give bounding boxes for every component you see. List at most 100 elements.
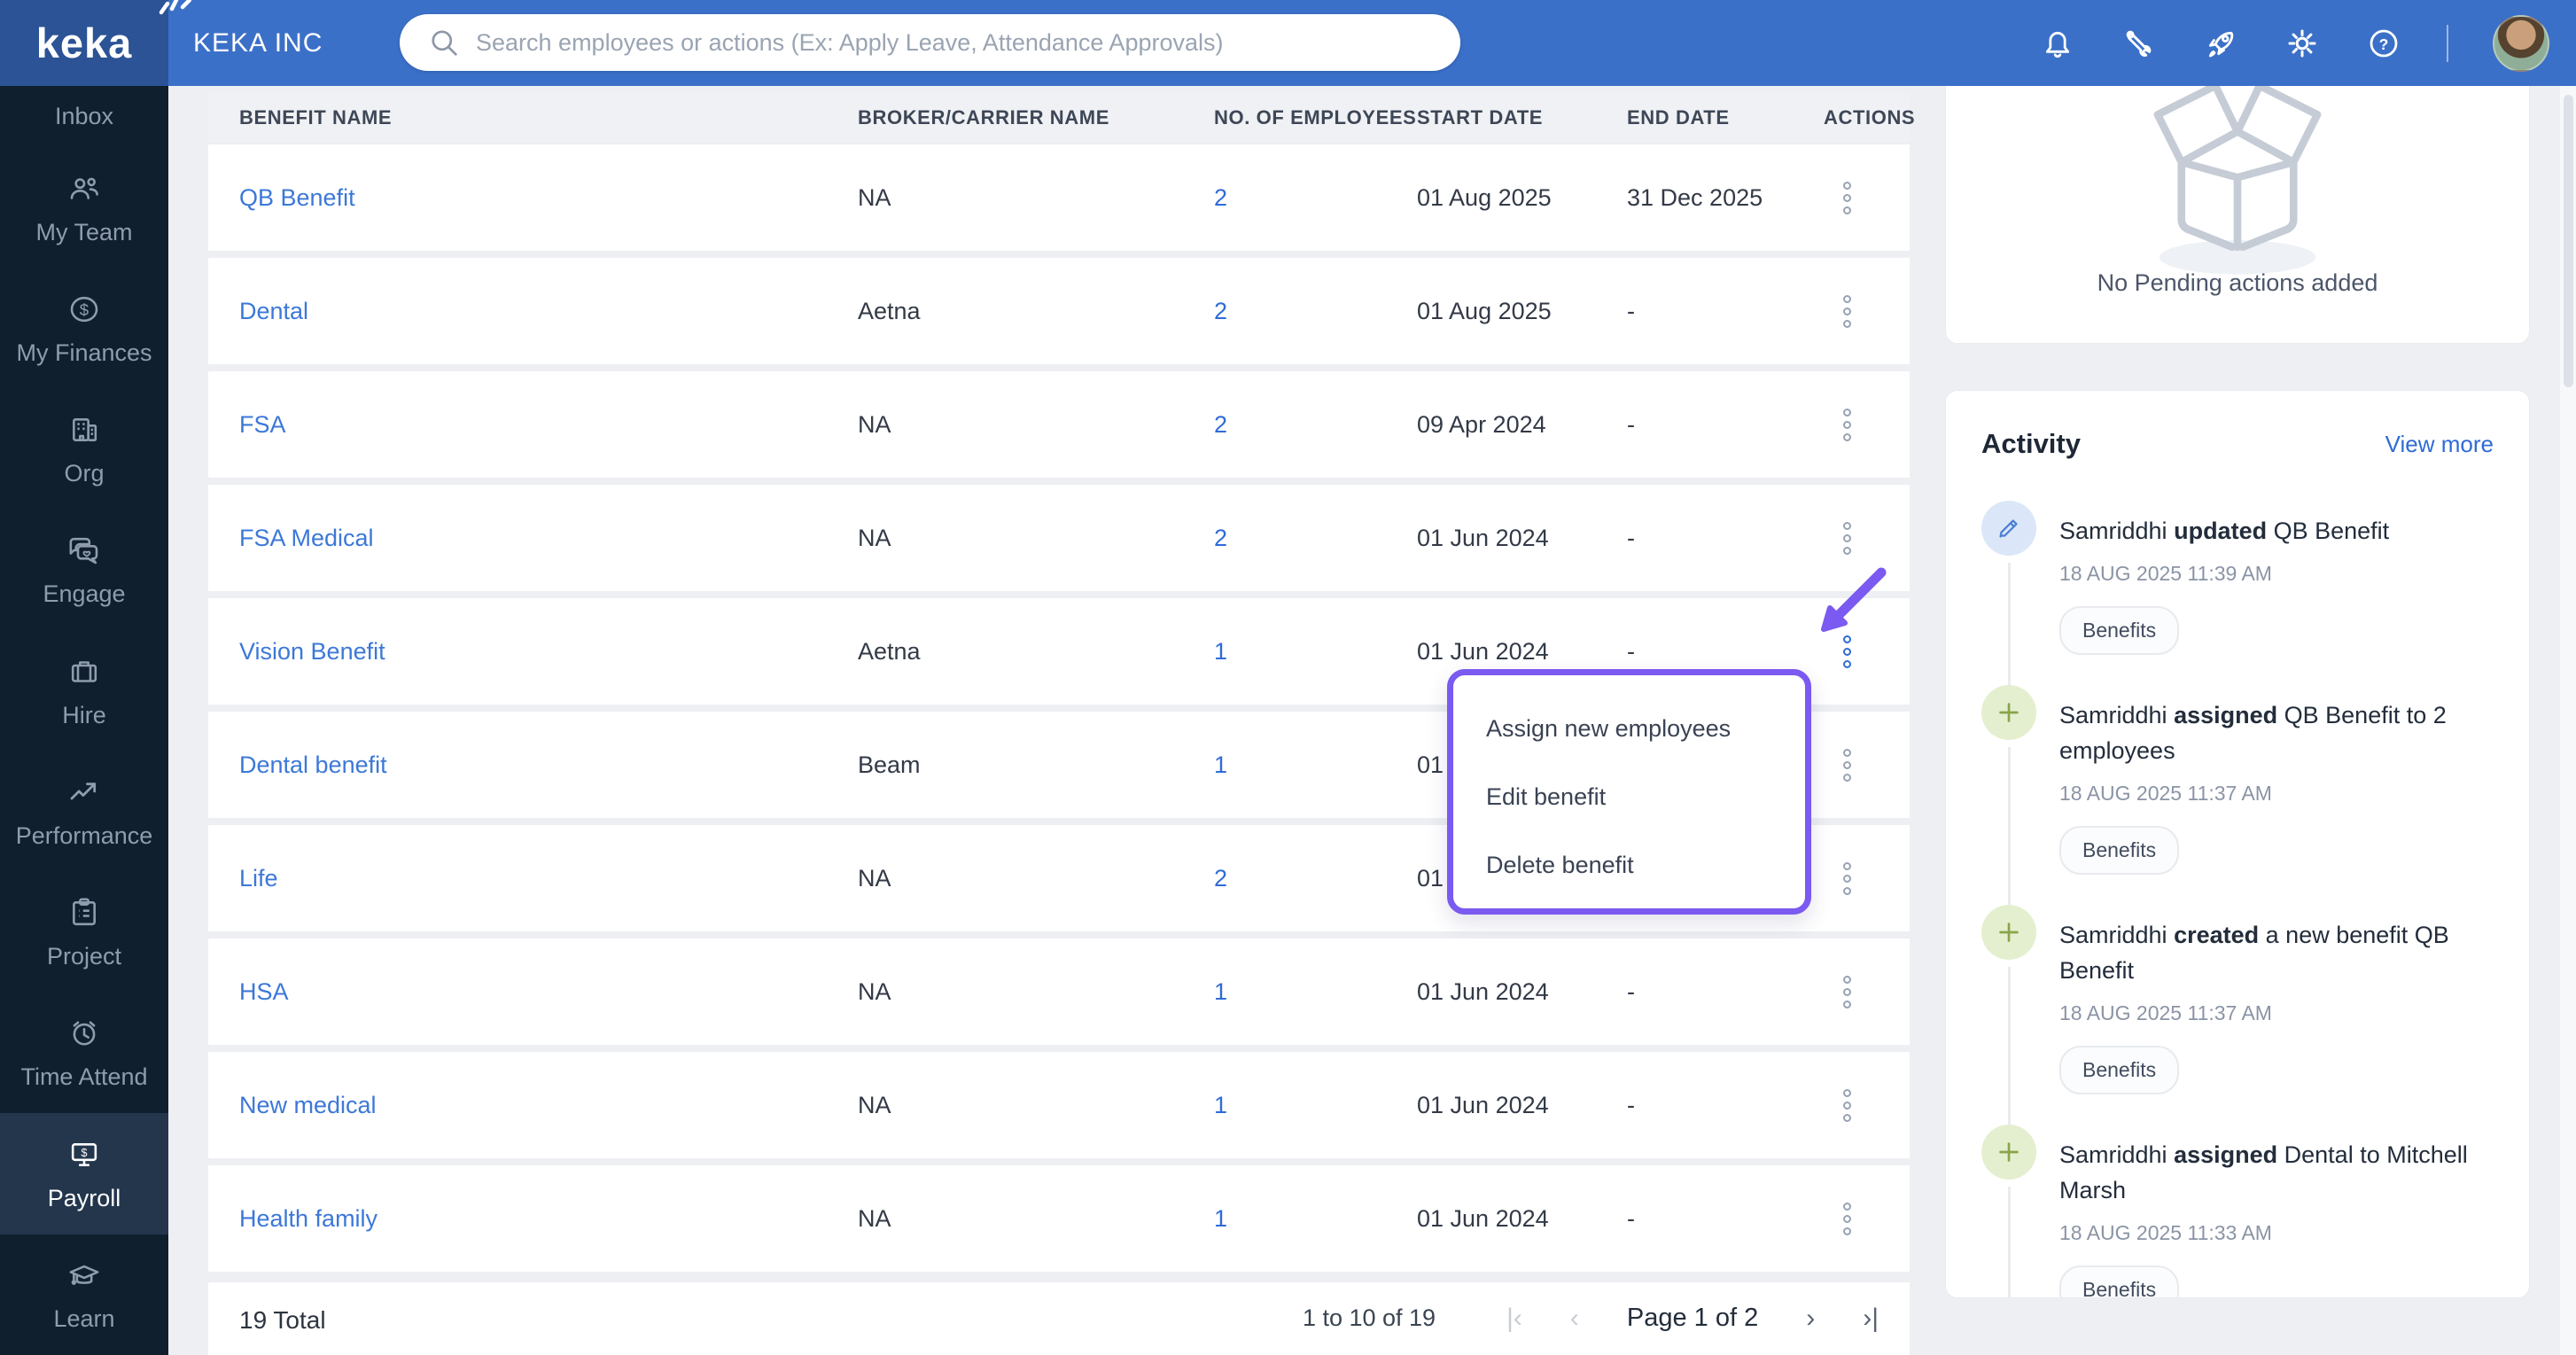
- empty-box-icon: [2153, 82, 2322, 275]
- broker-name: NA: [858, 864, 891, 892]
- broker-name: NA: [858, 410, 891, 438]
- org-icon: [66, 411, 103, 448]
- plus-icon: [1981, 684, 2036, 740]
- pending-actions-card: No Pending actions added: [1945, 50, 2530, 344]
- benefit-name-link[interactable]: Dental benefit: [239, 751, 858, 779]
- broker-name: Aetna: [858, 297, 921, 324]
- sidebar-item[interactable]: Inbox: [0, 86, 168, 148]
- bell-icon[interactable]: [2039, 25, 2076, 62]
- sidebar-item-label: Payroll: [47, 1184, 121, 1211]
- sidebar-item[interactable]: Performance: [0, 751, 168, 872]
- sidebar-item[interactable]: Hire: [0, 631, 168, 751]
- scrollbar-thumb[interactable]: [2564, 95, 2573, 387]
- context-menu-item[interactable]: Assign new employees: [1453, 695, 1805, 763]
- sidebar-item-label: Org: [64, 460, 105, 487]
- keka-logo[interactable]: keka: [0, 0, 191, 86]
- sidebar-item-label: Project: [46, 943, 122, 970]
- activity-timestamp: 18 AUG 2025 11:37 AM: [2059, 781, 2272, 805]
- sidebar-item-label: Time Attend: [20, 1063, 148, 1091]
- row-actions-kebab-icon[interactable]: [1838, 630, 1856, 674]
- employee-count-link[interactable]: 2: [1214, 184, 1417, 212]
- table-column-header: BROKER/CARRIER NAME: [858, 105, 1109, 128]
- next-page-button[interactable]: ›: [1806, 1304, 1815, 1332]
- benefit-name-link[interactable]: FSA Medical: [239, 525, 858, 552]
- learn-icon: [66, 1257, 103, 1294]
- row-actions-kebab-icon[interactable]: [1838, 290, 1856, 333]
- timeline-connector: [2007, 563, 2011, 685]
- context-menu-item[interactable]: Delete benefit: [1453, 831, 1805, 899]
- table-row: FSA NA 2 09 Apr 2024 -: [208, 371, 1910, 478]
- row-actions-kebab-icon[interactable]: [1838, 517, 1856, 560]
- employee-count-link[interactable]: 1: [1214, 751, 1417, 779]
- payroll-icon: $: [66, 1136, 103, 1173]
- sidebar-item[interactable]: My Team: [0, 148, 168, 269]
- start-date: 01 Jun 2024: [1417, 1091, 1549, 1118]
- row-context-menu: Assign new employees Edit benefit Delete…: [1447, 669, 1811, 915]
- benefit-name-link[interactable]: HSA: [239, 978, 858, 1006]
- start-date: 01 Jun 2024: [1417, 1204, 1549, 1232]
- company-name[interactable]: KEKA INC: [193, 0, 323, 86]
- employee-count-link[interactable]: 1: [1214, 638, 1417, 666]
- table-row: Dental Aetna 2 01 Aug 2025 -: [208, 258, 1910, 364]
- search-input[interactable]: [476, 28, 1434, 57]
- activity-item: Samriddhi created a new benefit QB Benef…: [1981, 904, 2494, 1125]
- employee-count-link[interactable]: 1: [1214, 978, 1417, 1006]
- plus-icon: [1981, 1124, 2036, 1180]
- table-column-header: START DATE: [1417, 105, 1544, 128]
- row-actions-kebab-icon[interactable]: [1838, 1197, 1856, 1241]
- activity-item: Samriddhi assigned Dental to Mitchell Ma…: [1981, 1124, 2494, 1297]
- benefit-name-link[interactable]: Health family: [239, 1205, 858, 1233]
- end-date: -: [1627, 1091, 1635, 1118]
- sidebar-item[interactable]: Time Attend: [0, 993, 168, 1113]
- row-actions-kebab-icon[interactable]: [1838, 744, 1856, 787]
- row-actions-kebab-icon[interactable]: [1838, 970, 1856, 1014]
- employee-count-link[interactable]: 1: [1214, 1205, 1417, 1233]
- benefit-name-link[interactable]: Vision Benefit: [239, 638, 858, 666]
- employee-count-link[interactable]: 2: [1214, 525, 1417, 552]
- rocket-icon[interactable]: [2202, 25, 2239, 62]
- activity-text: Samriddhi assigned QB Benefit to 2 emplo…: [2059, 701, 2447, 765]
- row-actions-kebab-icon[interactable]: [1838, 1084, 1856, 1127]
- logo-spark-icon: [159, 0, 191, 15]
- sidebar-item-label: Learn: [53, 1304, 115, 1332]
- performance-icon: [66, 774, 103, 811]
- sidebar-item[interactable]: Project: [0, 872, 168, 993]
- sidebar-item[interactable]: $ My Finances: [0, 269, 168, 389]
- svg-text:$: $: [81, 1145, 87, 1158]
- view-more-link[interactable]: View more: [2385, 431, 2494, 458]
- end-date: 31 Dec 2025: [1627, 183, 1763, 211]
- page-indicator: Page 1 of 2: [1626, 1304, 1759, 1332]
- context-menu-item[interactable]: Edit benefit: [1453, 763, 1805, 831]
- sidebar-item[interactable]: Learn: [0, 1234, 168, 1355]
- benefit-name-link[interactable]: Dental: [239, 298, 858, 325]
- employee-count-link[interactable]: 1: [1214, 1092, 1417, 1119]
- row-actions-kebab-icon[interactable]: [1838, 176, 1856, 220]
- employee-count-link[interactable]: 2: [1214, 865, 1417, 892]
- sidebar-item-label: Inbox: [54, 103, 114, 130]
- sidebar-item[interactable]: $ Payroll: [0, 1113, 168, 1234]
- benefit-name-link[interactable]: New medical: [239, 1092, 858, 1119]
- sidebar-item[interactable]: Engage: [0, 510, 168, 630]
- tools-icon[interactable]: [2121, 25, 2158, 62]
- benefit-name-link[interactable]: QB Benefit: [239, 184, 858, 212]
- benefit-name-link[interactable]: FSA: [239, 411, 858, 439]
- page-scrollbar[interactable]: [2560, 86, 2576, 1355]
- sidebar-item[interactable]: Org: [0, 389, 168, 510]
- user-avatar[interactable]: [2493, 14, 2549, 72]
- time-icon: [66, 1015, 103, 1052]
- employee-count-link[interactable]: 2: [1214, 411, 1417, 439]
- row-actions-kebab-icon[interactable]: [1838, 857, 1856, 900]
- activity-title: Activity: [1981, 428, 2081, 459]
- first-page-button[interactable]: |‹: [1506, 1304, 1522, 1332]
- gear-icon[interactable]: [2284, 25, 2321, 62]
- benefit-name-link[interactable]: Life: [239, 865, 858, 892]
- total-count: 19 Total: [239, 1306, 326, 1334]
- help-icon[interactable]: ?: [2365, 25, 2402, 62]
- prev-page-button[interactable]: ‹: [1570, 1304, 1579, 1332]
- topbar-divider: [2447, 24, 2448, 62]
- svg-text:?: ?: [2379, 35, 2389, 53]
- last-page-button[interactable]: ›|: [1863, 1304, 1879, 1332]
- row-actions-kebab-icon[interactable]: [1838, 403, 1856, 447]
- table-row: Health family NA 1 01 Jun 2024 -: [208, 1165, 1910, 1272]
- employee-count-link[interactable]: 2: [1214, 298, 1417, 325]
